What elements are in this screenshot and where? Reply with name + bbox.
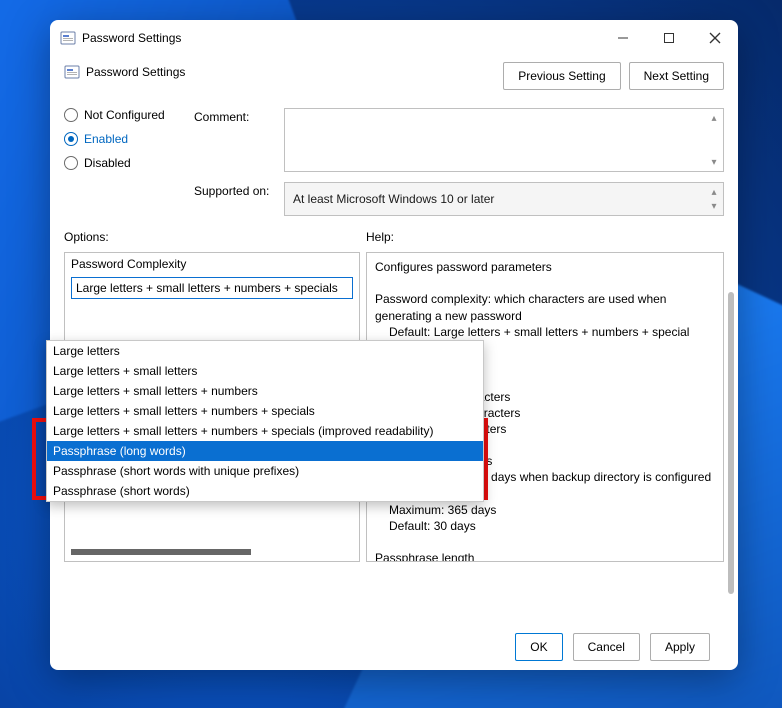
policy-icon — [64, 64, 80, 80]
next-setting-button[interactable]: Next Setting — [629, 62, 724, 90]
password-complexity-combo[interactable]: Large letters + small letters + numbers … — [71, 277, 353, 299]
help-scrollbar[interactable] — [728, 292, 734, 594]
title-bar: Password Settings — [50, 20, 738, 56]
maximize-button[interactable] — [646, 22, 692, 54]
radio-not-configured[interactable]: Not Configured — [64, 108, 194, 122]
help-text: Password complexity: which characters ar… — [375, 291, 715, 323]
radio-enabled[interactable]: Enabled — [64, 132, 194, 146]
radio-icon — [64, 132, 78, 146]
dropdown-item[interactable]: Passphrase (long words) — [47, 441, 483, 461]
radio-icon — [64, 156, 78, 170]
dropdown-item[interactable]: Passphrase (short words) — [47, 481, 483, 501]
comment-textbox[interactable]: ▴ ▾ — [284, 108, 724, 172]
supported-value: At least Microsoft Windows 10 or later — [293, 192, 494, 206]
ok-button[interactable]: OK — [515, 633, 562, 661]
supported-label: Supported on: — [194, 182, 284, 198]
scroll-up-icon[interactable]: ▴ — [707, 111, 721, 125]
radio-icon — [64, 108, 78, 122]
previous-setting-button[interactable]: Previous Setting — [503, 62, 620, 90]
dropdown-item[interactable]: Passphrase (short words with unique pref… — [47, 461, 483, 481]
options-label: Options: — [64, 230, 366, 244]
dropdown-item[interactable]: Large letters + small letters + numbers … — [47, 421, 483, 441]
help-text: Passphrase length — [375, 550, 715, 562]
comment-label: Comment: — [194, 108, 284, 124]
option-title: Password Complexity — [71, 257, 353, 271]
dropdown-item[interactable]: Large letters + small letters — [47, 361, 483, 381]
scroll-up-icon[interactable]: ▴ — [707, 185, 721, 199]
combo-value: Large letters + small letters + numbers … — [76, 281, 338, 295]
password-complexity-dropdown[interactable]: Large lettersLarge letters + small lette… — [46, 340, 484, 502]
footer: OK Cancel Apply — [64, 624, 724, 670]
help-text: Configures password parameters — [375, 259, 715, 275]
supported-on-text: At least Microsoft Windows 10 or later ▴… — [284, 182, 724, 216]
cancel-button[interactable]: Cancel — [573, 633, 640, 661]
help-text: Maximum: 365 days — [375, 502, 715, 518]
scroll-down-icon[interactable]: ▾ — [707, 155, 721, 169]
radio-label: Enabled — [84, 132, 128, 146]
close-button[interactable] — [692, 22, 738, 54]
radio-label: Not Configured — [84, 108, 165, 122]
dropdown-item[interactable]: Large letters + small letters + numbers — [47, 381, 483, 401]
policy-title: Password Settings — [86, 65, 185, 79]
horizontal-scrollbar[interactable] — [71, 549, 251, 555]
app-icon — [60, 30, 76, 46]
scroll-down-icon[interactable]: ▾ — [707, 199, 721, 213]
subtitle-wrap: Password Settings — [64, 62, 185, 80]
help-text: Default: 30 days — [375, 518, 715, 534]
help-label: Help: — [366, 230, 724, 244]
apply-button[interactable]: Apply — [650, 633, 710, 661]
radio-disabled[interactable]: Disabled — [64, 156, 194, 170]
dropdown-item[interactable]: Large letters + small letters + numbers … — [47, 401, 483, 421]
dropdown-item[interactable]: Large letters — [47, 341, 483, 361]
minimize-button[interactable] — [600, 22, 646, 54]
window-title: Password Settings — [82, 31, 181, 45]
radio-label: Disabled — [84, 156, 131, 170]
